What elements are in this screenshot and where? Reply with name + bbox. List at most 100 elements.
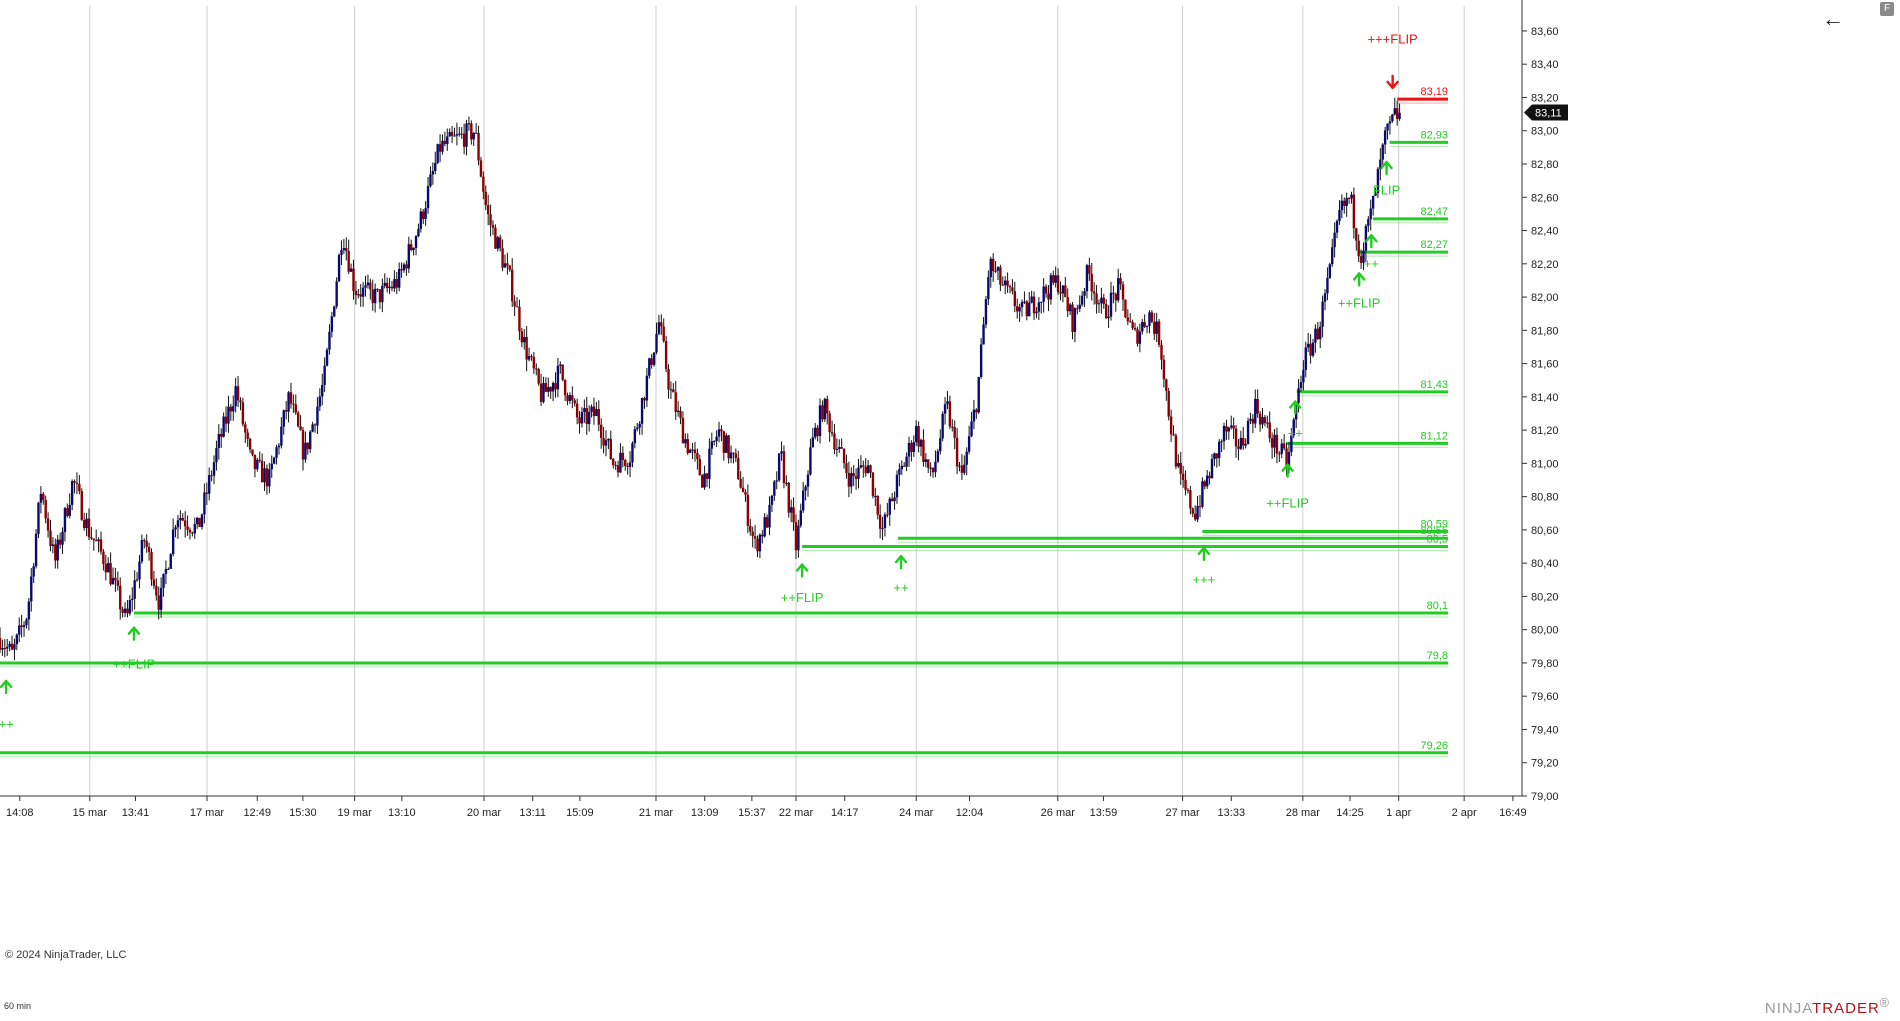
candle-body xyxy=(862,465,865,467)
y-tick-label: 80,20 xyxy=(1531,591,1559,603)
candle-body xyxy=(354,290,358,296)
candle-body xyxy=(866,465,870,474)
candle-body xyxy=(13,644,16,650)
candle-body xyxy=(1049,275,1053,300)
candle-body xyxy=(119,585,122,610)
candle-body xyxy=(1340,200,1344,211)
candle-body xyxy=(371,289,374,304)
signal-label: ++ xyxy=(0,716,14,731)
candle-body xyxy=(1001,284,1004,286)
y-tick-label: 79,80 xyxy=(1531,658,1559,670)
candle-body xyxy=(1215,453,1219,459)
candle-body xyxy=(1343,200,1346,207)
candle-body xyxy=(42,493,45,500)
candle-body xyxy=(410,244,413,250)
candle-body xyxy=(657,322,661,334)
candle-body xyxy=(705,473,709,479)
candle-body xyxy=(1018,307,1021,312)
interval-label: 60 min xyxy=(4,1001,32,1011)
y-tick-label: 83,20 xyxy=(1531,92,1559,104)
signal-label: FLIP xyxy=(1373,183,1400,198)
candle-body xyxy=(426,186,430,209)
candle-body xyxy=(1160,344,1163,360)
candle-body xyxy=(491,225,495,228)
candle-body xyxy=(953,427,956,438)
candle-body xyxy=(121,609,124,613)
candle-body xyxy=(292,403,295,405)
candle-body xyxy=(583,408,586,412)
chart-settings-button[interactable]: F xyxy=(1880,2,1894,16)
candle-body xyxy=(501,248,504,268)
x-tick-label: 17 mar xyxy=(190,807,225,819)
candle-body xyxy=(1025,301,1029,317)
candle-body xyxy=(289,392,293,404)
candle-body xyxy=(619,452,622,473)
candle-body xyxy=(496,237,499,249)
candle-body xyxy=(462,133,466,147)
x-tick-label: 22 mar xyxy=(779,807,814,819)
candle-body xyxy=(1119,278,1122,285)
candle-body xyxy=(227,406,230,424)
candle-body xyxy=(349,268,353,272)
back-button[interactable]: ← xyxy=(1820,8,1846,32)
candle-body xyxy=(27,601,31,620)
candle-body xyxy=(1335,220,1339,233)
candle-body xyxy=(720,429,723,432)
candle-body xyxy=(1090,273,1093,292)
candle-body xyxy=(1035,311,1038,314)
candle-body xyxy=(306,442,310,450)
price-chart[interactable]: 83,1982,9382,4782,2781,4381,1280,5980,55… xyxy=(0,0,1900,1016)
candle-body xyxy=(256,459,259,470)
candle-body xyxy=(174,527,177,530)
candle-body xyxy=(835,448,839,450)
candle-body xyxy=(1359,256,1363,263)
candle-body xyxy=(477,132,480,161)
candle-body xyxy=(3,648,7,650)
candle-body xyxy=(597,409,600,425)
candle-body xyxy=(905,456,908,467)
candle-body xyxy=(147,546,151,552)
candle-body xyxy=(715,436,718,441)
candle-body xyxy=(797,525,800,551)
candle-body xyxy=(590,406,593,412)
candle-body xyxy=(1364,225,1368,251)
candle-body xyxy=(6,646,9,649)
candle-body xyxy=(515,306,519,308)
candle-body xyxy=(1088,265,1091,274)
signal-arrow-up-icon xyxy=(1352,272,1366,287)
candle-body xyxy=(422,211,425,220)
candle-body xyxy=(472,132,475,140)
candle-body xyxy=(951,426,954,428)
candle-body xyxy=(823,398,827,420)
candle-body xyxy=(159,587,163,610)
candle-body xyxy=(417,228,420,237)
candle-body xyxy=(82,519,86,529)
candle-body xyxy=(280,426,283,446)
candle-body xyxy=(789,507,793,513)
candle-body xyxy=(1254,398,1257,424)
candle-body xyxy=(907,442,911,457)
candle-body xyxy=(1054,275,1057,283)
candle-body xyxy=(917,426,920,447)
candle-body xyxy=(208,475,211,494)
x-tick-label: 28 mar xyxy=(1286,807,1321,819)
candle-body xyxy=(325,349,329,366)
candle-body xyxy=(220,434,223,437)
candle-body xyxy=(1314,328,1317,343)
candle-body xyxy=(768,504,771,528)
candle-body xyxy=(402,264,406,271)
candle-body xyxy=(698,459,701,476)
candle-body xyxy=(773,481,776,496)
candle-body xyxy=(453,135,456,137)
signal-label: ++ xyxy=(1288,425,1303,440)
candle-body xyxy=(761,534,764,537)
candle-body xyxy=(345,247,348,252)
candle-body xyxy=(775,480,778,482)
candle-body xyxy=(1126,317,1130,322)
candle-body xyxy=(1326,278,1329,294)
candle-body xyxy=(393,279,396,289)
candle-body xyxy=(650,358,653,365)
candle-body xyxy=(25,619,28,626)
chart-area[interactable]: 83,19 82,93 82,47 82,27 81,43 81,12 80,59 80,55… xyxy=(0,0,1900,1016)
logo-mark: ® xyxy=(1879,996,1890,1010)
